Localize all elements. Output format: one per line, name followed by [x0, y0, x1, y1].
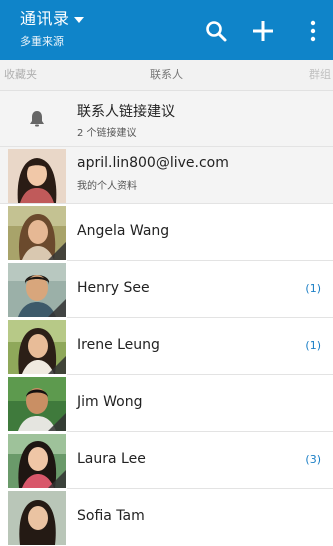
avatar: [8, 263, 66, 317]
contact-row[interactable]: Angela Wang: [0, 204, 333, 261]
tab-favorites[interactable]: 收藏夹: [4, 60, 44, 90]
my-profile-row[interactable]: april.lin800@live.com 我的个人资料: [0, 147, 333, 204]
contact-badge: (3): [305, 453, 321, 466]
contact-name: Sofia Tam: [77, 508, 145, 524]
bell-icon: [30, 111, 44, 127]
contact-badge: (1): [305, 339, 321, 352]
more-options-icon[interactable]: [300, 18, 326, 44]
suggestion-title: 联系人链接建议: [77, 104, 175, 120]
contact-list: 联系人链接建议 2 个链接建议 april.lin800@live.com 我的…: [0, 91, 333, 546]
app-subtitle: 多重来源: [20, 35, 64, 48]
avatar: [8, 149, 66, 203]
contact-row[interactable]: Henry See (1): [0, 261, 333, 318]
profile-label: 我的个人资料: [77, 181, 137, 192]
contact-row[interactable]: Sofia Tam: [0, 489, 333, 546]
contact-name: Angela Wang: [77, 223, 170, 239]
chevron-down-icon[interactable]: [73, 16, 84, 23]
contact-name: Laura Lee: [77, 451, 146, 467]
tab-strip: 收藏夹 联系人 群组: [0, 60, 333, 91]
search-icon[interactable]: [203, 18, 229, 44]
tab-groups[interactable]: 群组: [309, 60, 333, 90]
contact-row[interactable]: Laura Lee (3): [0, 432, 333, 489]
contact-name: Henry See: [77, 280, 150, 296]
profile-email: april.lin800@live.com: [77, 155, 229, 171]
suggestion-subtitle: 2 个链接建议: [77, 128, 137, 139]
contact-name: Jim Wong: [77, 394, 143, 410]
avatar: [8, 320, 66, 374]
avatar: [8, 491, 66, 545]
contact-name: Irene Leung: [77, 337, 160, 353]
tab-contacts[interactable]: 联系人: [120, 60, 213, 90]
avatar: [8, 434, 66, 488]
app-title-label[interactable]: 通讯录: [20, 9, 70, 28]
avatar: [8, 206, 66, 260]
contact-row[interactable]: Irene Leung (1): [0, 318, 333, 375]
app-bar: 通讯录 多重来源: [0, 0, 333, 60]
link-suggestion-row[interactable]: 联系人链接建议 2 个链接建议: [0, 91, 333, 147]
app-title[interactable]: 通讯录: [20, 10, 84, 28]
add-icon[interactable]: [250, 18, 276, 44]
contact-row[interactable]: Jim Wong: [0, 375, 333, 432]
avatar: [8, 377, 66, 431]
contact-badge: (1): [305, 282, 321, 295]
